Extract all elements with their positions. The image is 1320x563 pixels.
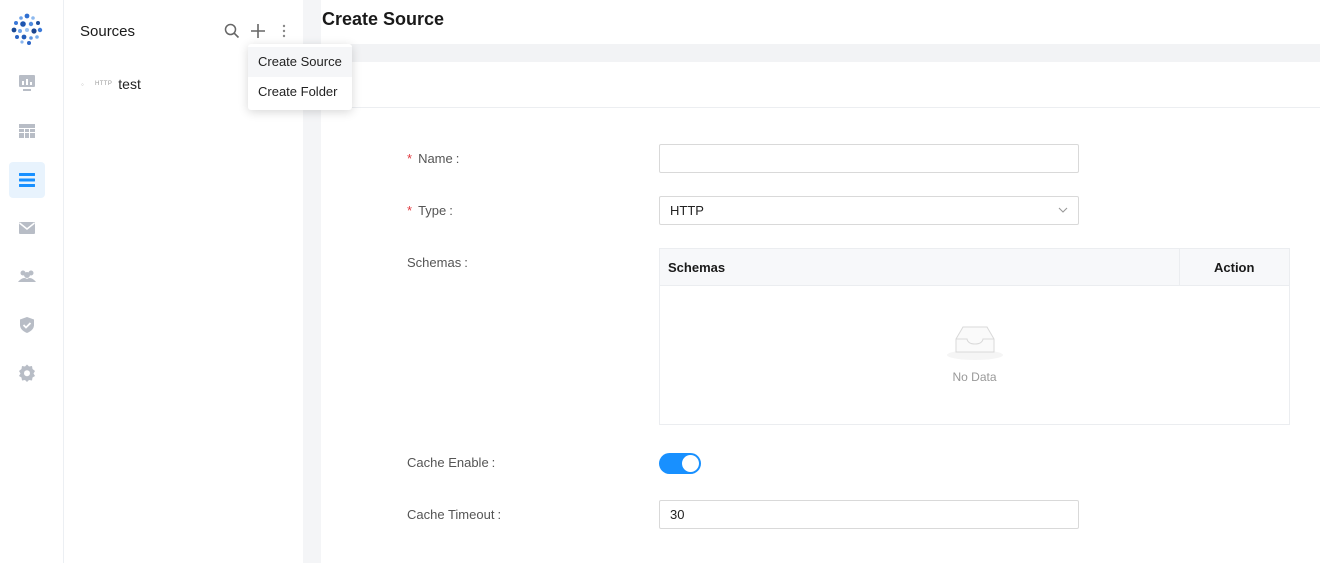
rail-item-schedules[interactable]	[9, 210, 45, 246]
rail-item-permissions[interactable]	[9, 307, 45, 343]
menu-item-create-source[interactable]: Create Source	[248, 47, 352, 77]
search-icon	[224, 23, 240, 39]
rail-item-members[interactable]	[9, 258, 45, 294]
name-input[interactable]	[659, 144, 1079, 173]
required-mark: *	[407, 151, 413, 166]
source-type-tag: HTTP	[95, 81, 113, 87]
page-title: Create Source	[322, 9, 445, 29]
empty-inbox-icon	[947, 326, 1003, 360]
panel-title: Sources	[80, 23, 136, 40]
icon-rail	[0, 0, 64, 563]
divider	[321, 107, 1320, 108]
more-vertical-icon	[282, 24, 286, 38]
column-header-action: Action	[1214, 260, 1255, 275]
plus-icon	[251, 24, 265, 38]
cache-timeout-label: Cache Timeout:	[407, 507, 502, 522]
column-header-schemas: Schemas	[668, 260, 726, 275]
name-label: * Name:	[407, 151, 460, 166]
rail-item-tables[interactable]	[9, 113, 45, 149]
more-button[interactable]	[274, 20, 294, 42]
add-button[interactable]	[248, 20, 268, 42]
column-separator	[1179, 249, 1180, 286]
type-select[interactable]: HTTP	[659, 196, 1079, 225]
empty-state-text: No Data	[952, 370, 997, 384]
mail-icon	[19, 222, 35, 234]
menu-item-create-folder[interactable]: Create Folder	[248, 77, 352, 107]
cache-timeout-input[interactable]	[659, 500, 1079, 529]
table-icon	[19, 124, 35, 138]
users-icon	[18, 270, 36, 282]
type-label: * Type:	[407, 203, 453, 218]
sources-list-icon	[19, 173, 35, 187]
toggle-knob	[682, 455, 699, 472]
schemas-table: Schemas Action No Data	[659, 248, 1290, 425]
dashboard-icon	[19, 75, 35, 91]
chevron-down-icon	[1058, 207, 1068, 213]
search-button[interactable]	[222, 20, 242, 42]
header-band	[321, 44, 1320, 62]
table-header: Schemas Action	[660, 249, 1289, 286]
tree-caret-icon[interactable]: ◦	[81, 80, 89, 89]
required-mark: *	[407, 203, 413, 218]
rail-item-sources[interactable]	[9, 162, 45, 198]
cache-enable-toggle[interactable]	[659, 453, 701, 474]
tree-item-label: test	[118, 76, 141, 92]
main-content: Create Source * Name: * Type: HTTP Schemas…	[321, 0, 1320, 563]
app-logo-icon[interactable]	[10, 12, 44, 46]
type-select-value: HTTP	[670, 203, 704, 218]
rail-item-settings[interactable]	[9, 355, 45, 391]
settings-gear-icon	[19, 364, 35, 382]
rail-item-dashboard[interactable]	[9, 65, 45, 101]
cache-enable-label: Cache Enable:	[407, 455, 496, 470]
tree-item-test[interactable]: ◦ HTTP test	[81, 74, 141, 94]
shield-check-icon	[20, 317, 34, 333]
schemas-label: Schemas:	[407, 255, 468, 270]
create-dropdown-menu: Create Source Create Folder	[248, 44, 352, 110]
